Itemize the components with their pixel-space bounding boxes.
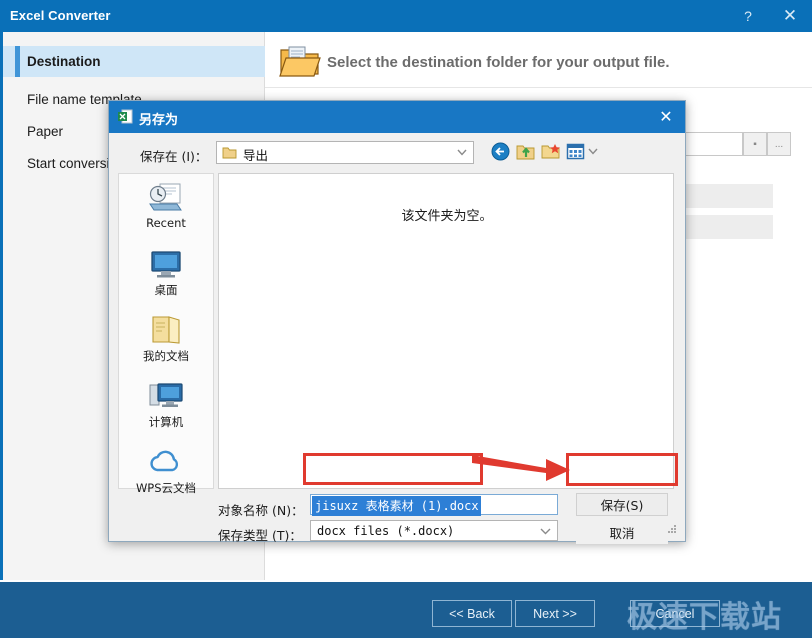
app-titlebar: Excel Converter ? ✕ [0,0,812,32]
place-label: 我的文档 [143,349,189,363]
view-menu-icon[interactable] [565,141,586,162]
computer-icon [149,383,183,407]
chevron-down-icon[interactable] [540,528,551,535]
back-navigate-icon[interactable] [490,141,511,162]
place-item-computer[interactable]: 计算机 [119,380,213,430]
resize-grip-icon[interactable] [666,523,678,535]
desktop-icon [151,251,181,278]
chevron-down-icon[interactable] [457,149,467,156]
save-in-label: 保存在 (I)： [140,149,208,164]
back-button[interactable]: << Back [432,600,512,627]
sidebar-item-destination[interactable]: Destination [3,46,265,77]
place-item-my-documents[interactable]: 我的文档 [119,314,213,364]
place-item-wps-cloud[interactable]: WPS云文档 [119,446,213,496]
next-button[interactable]: Next >> [515,600,595,627]
folder-icon [222,147,237,159]
place-label: WPS云文档 [135,481,197,495]
annotation-arrow-icon [472,455,570,481]
next-button-label: Next >> [533,606,577,621]
dialog-cancel-button[interactable]: 取消 [576,521,668,544]
file-type-combobox[interactable]: docx files (*.docx) [310,520,558,541]
back-button-label: << Back [449,606,495,621]
dialog-save-button[interactable]: 保存(S) [576,493,668,516]
dialog-cancel-label: 取消 [609,526,635,541]
empty-folder-message: 该文件夹为空。 [401,209,493,224]
sidebar-item-label: Destination [27,54,101,69]
save-as-dialog: 另存为 ✕ 保存在 (I)： 导出 Recent 桌面 我的文档 计算机 WPS… [108,100,686,544]
up-one-level-icon[interactable] [515,141,536,162]
cloud-icon [150,450,179,472]
content-header: Select the destination folder for your o… [265,32,812,88]
close-icon[interactable]: ✕ [770,0,810,32]
app-title: Excel Converter [10,8,111,23]
new-folder-icon[interactable] [540,141,561,162]
browse-button[interactable]: ... [767,132,791,156]
dialog-titlebar: 另存为 ✕ [109,101,685,133]
file-list[interactable]: 该文件夹为空。 [218,173,674,489]
application-window: Excel Converter ? ✕ Destination File nam… [0,0,812,638]
place-item-desktop[interactable]: 桌面 [119,248,213,298]
file-type-value: docx files (*.docx) [317,524,455,538]
dialog-close-icon[interactable]: ✕ [653,106,679,128]
file-name-value: jisuxz 表格素材 (1).docx [312,496,481,516]
save-in-combobox[interactable]: 导出 [216,141,474,164]
file-type-label: 保存类型 (T)： [218,528,302,543]
file-name-input[interactable]: jisuxz 表格素材 (1).docx [310,494,558,516]
dialog-save-label: 保存(S) [600,498,644,513]
my-documents-icon [152,316,180,344]
path-history-button[interactable]: ▪ [743,132,767,156]
save-in-value: 导出 [243,148,269,163]
recent-documents-icon [149,183,182,211]
places-sidebar: Recent 桌面 我的文档 计算机 WPS云文档 [118,173,214,495]
sidebar-item-label: Paper [27,124,64,139]
file-name-label: 对象名称 (N)： [218,503,304,518]
wizard-bottom-bar: << Back Next >> Cancel [0,580,812,638]
page-title: Select the destination folder for your o… [327,54,670,71]
place-label: 计算机 [148,415,184,429]
open-folder-document-icon [279,46,321,77]
excel-document-icon [118,109,133,124]
dialog-title: 另存为 [139,112,179,127]
help-icon[interactable]: ? [728,0,768,32]
cancel-button-label: Cancel [655,606,695,621]
cancel-button[interactable]: Cancel [630,600,720,627]
place-item-recent[interactable]: Recent [119,182,213,230]
dialog-content: 保存在 (I)： 导出 Recent 桌面 我的文档 计算机 WPS云文档 该文… [110,133,684,544]
chevron-down-icon[interactable] [588,148,598,155]
place-label: 桌面 [154,283,178,297]
place-label: Recent [146,216,186,230]
